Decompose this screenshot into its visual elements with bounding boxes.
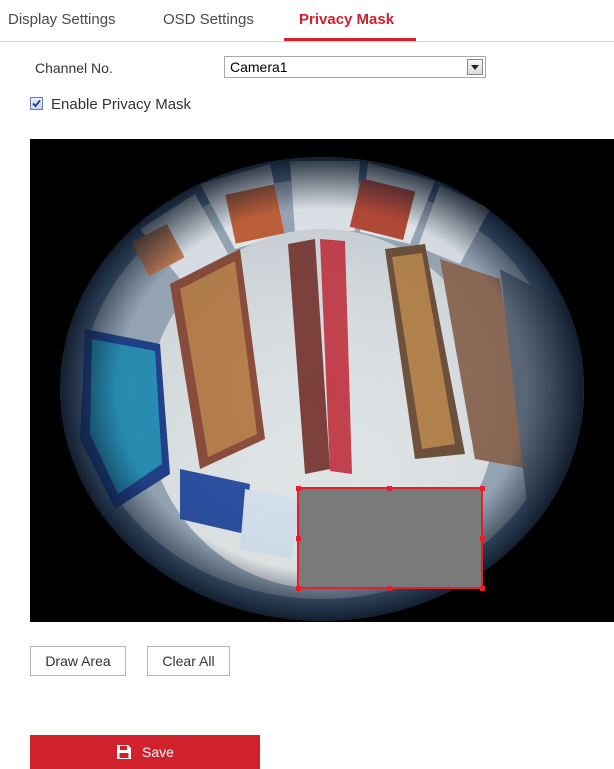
privacy-mask-area[interactable]	[297, 487, 483, 589]
tab-osd-settings[interactable]: OSD Settings	[163, 11, 254, 28]
save-button-label: Save	[142, 744, 174, 760]
channel-select[interactable]: Camera1	[224, 56, 486, 78]
fisheye-camera-image	[30, 139, 614, 622]
chevron-down-icon[interactable]	[467, 59, 483, 75]
enable-privacy-mask-label: Enable Privacy Mask	[51, 96, 192, 113]
tab-privacy-mask[interactable]: Privacy Mask	[299, 11, 394, 28]
draw-area-button[interactable]: Draw Area	[30, 646, 126, 676]
active-tab-indicator	[284, 38, 416, 41]
video-preview[interactable]	[30, 139, 614, 622]
channel-label: Channel No.	[35, 60, 113, 76]
channel-select-value: Camera1	[230, 59, 288, 75]
clear-all-button[interactable]: Clear All	[147, 646, 230, 676]
enable-privacy-mask-checkbox[interactable]	[30, 97, 43, 110]
save-button[interactable]: Save	[30, 735, 260, 769]
tab-bar: Display Settings OSD Settings Privacy Ma…	[0, 0, 614, 42]
tab-display-settings[interactable]: Display Settings	[8, 11, 116, 28]
check-icon	[32, 99, 41, 108]
floppy-disk-icon	[117, 745, 132, 759]
